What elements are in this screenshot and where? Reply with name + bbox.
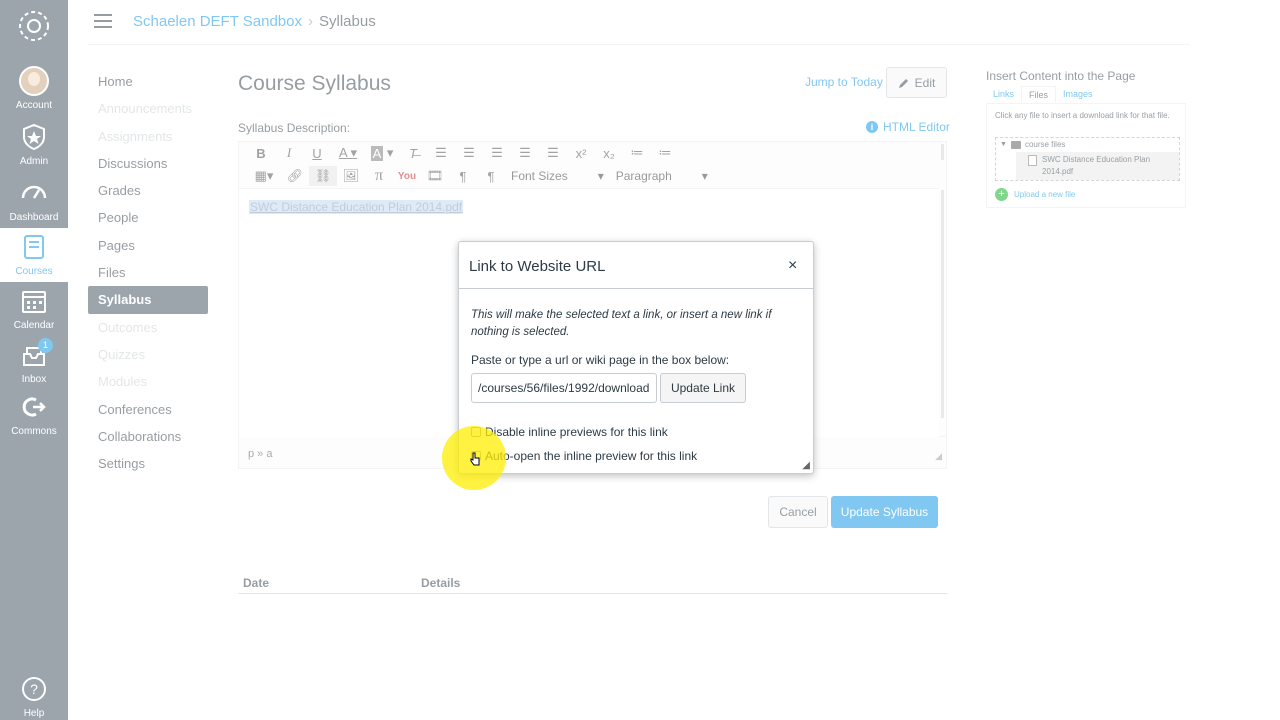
dialog-header: Link to Website URL × [459, 242, 813, 289]
link-dialog: Link to Website URL × This will make the… [458, 241, 814, 474]
dialog-resize-icon[interactable]: ◢ [802, 460, 810, 471]
dialog-title: Link to Website URL [469, 258, 606, 275]
disable-previews-label: Disable inline previews for this link [485, 425, 668, 439]
url-prompt-label: Paste or type a url or wiki page in the … [471, 353, 730, 367]
close-icon[interactable]: × [788, 257, 797, 275]
disable-previews-option[interactable]: Disable inline previews for this link [471, 425, 668, 439]
update-link-button[interactable]: Update Link [660, 373, 746, 403]
hand-cursor-icon [470, 452, 480, 466]
url-input[interactable] [471, 373, 657, 403]
dialog-description: This will make the selected text a link,… [471, 309, 772, 338]
auto-open-label: Auto-open the inline preview for this li… [485, 449, 698, 463]
